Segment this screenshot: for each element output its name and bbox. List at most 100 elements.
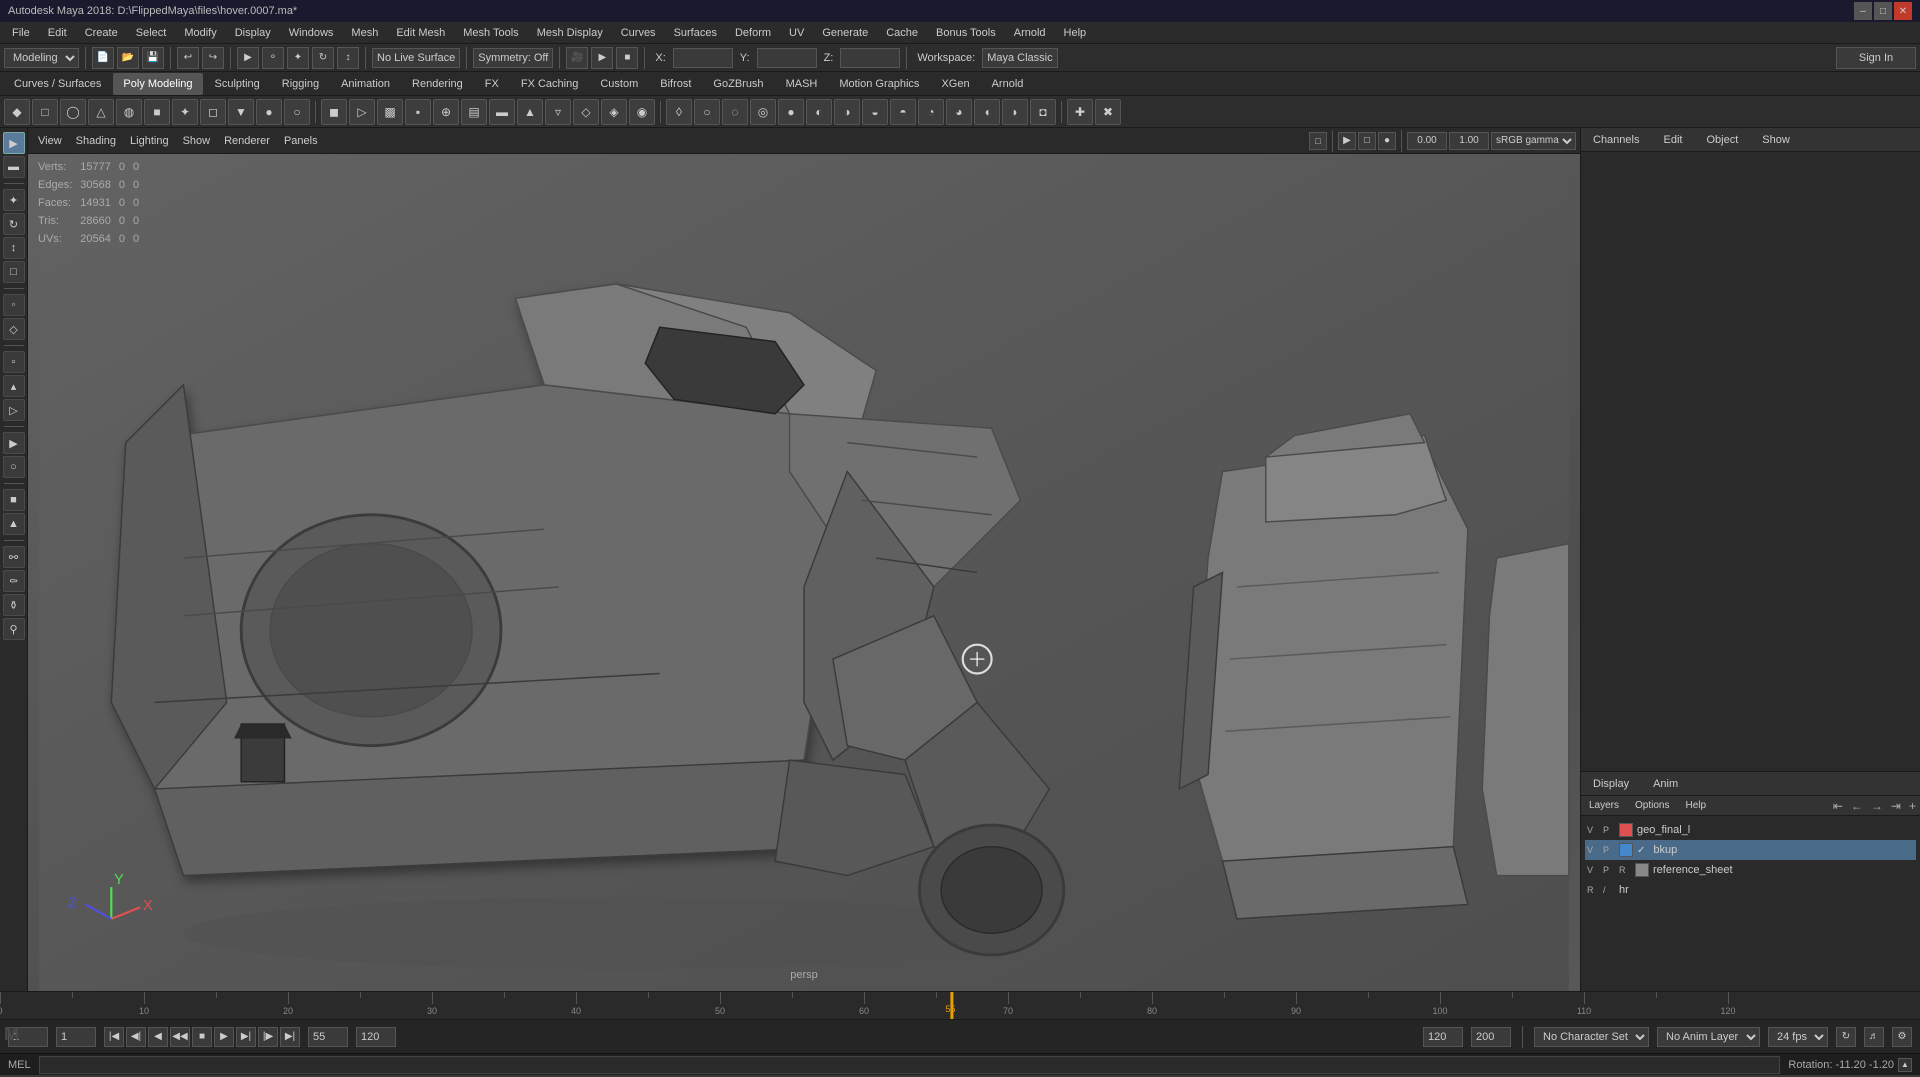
- vp-wireframe-btn[interactable]: □: [1358, 132, 1376, 150]
- layer-row-bkup[interactable]: V P ✓ bkup: [1585, 840, 1916, 860]
- help-subtab[interactable]: Help: [1681, 800, 1710, 811]
- tab-sculpting[interactable]: Sculpting: [205, 73, 270, 95]
- tab-animation[interactable]: Animation: [331, 73, 400, 95]
- shelf-btn-4[interactable]: △: [88, 99, 114, 125]
- x-field[interactable]: [673, 48, 733, 68]
- shelf-btn-31[interactable]: ◒: [862, 99, 888, 125]
- step-forward-button[interactable]: |▶: [258, 1027, 278, 1047]
- scale-tool-button[interactable]: ↕: [337, 47, 359, 69]
- ipr-button[interactable]: ■: [616, 47, 638, 69]
- layers-add-button[interactable]: +: [1909, 799, 1916, 813]
- shelf-btn-20[interactable]: ▿: [545, 99, 571, 125]
- vp-menu-panels[interactable]: Panels: [278, 133, 324, 149]
- vp-gamma-select[interactable]: sRGB gamma: [1491, 132, 1576, 150]
- snap-point-button[interactable]: ▷: [3, 399, 25, 421]
- menu-deform[interactable]: Deform: [727, 23, 779, 43]
- shelf-btn-38[interactable]: ✚: [1067, 99, 1093, 125]
- tab-fx-caching[interactable]: FX Caching: [511, 73, 588, 95]
- shelf-btn-36[interactable]: ◗: [1002, 99, 1028, 125]
- camera-button[interactable]: 🎥: [566, 47, 588, 69]
- menu-bonus-tools[interactable]: Bonus Tools: [928, 23, 1004, 43]
- anim-tab[interactable]: Anim: [1649, 776, 1682, 792]
- shelf-btn-18[interactable]: ▬: [489, 99, 515, 125]
- undo-button[interactable]: ↩: [177, 47, 199, 69]
- display-tab[interactable]: Display: [1589, 776, 1633, 792]
- channels-tab[interactable]: Channels: [1589, 132, 1643, 148]
- shelf-btn-10[interactable]: ●: [256, 99, 282, 125]
- anim-layer-dropdown[interactable]: No Anim Layer: [1657, 1027, 1760, 1047]
- shelf-btn-29[interactable]: ◐: [806, 99, 832, 125]
- rotate-tool-button[interactable]: ↻: [312, 47, 334, 69]
- play-forward-button[interactable]: ▶: [214, 1027, 234, 1047]
- frame-current-field[interactable]: 1: [56, 1027, 96, 1047]
- misc-button-4[interactable]: ⚲: [3, 618, 25, 640]
- range-end-field[interactable]: 120: [356, 1027, 396, 1047]
- menu-edit[interactable]: Edit: [40, 23, 75, 43]
- tab-gozbrush[interactable]: GoZBrush: [703, 73, 773, 95]
- snap-curve-button[interactable]: ▴: [3, 375, 25, 397]
- settings-button[interactable]: ⚙: [1892, 1027, 1912, 1047]
- current-frame-display[interactable]: 55: [308, 1027, 348, 1047]
- shelf-btn-30[interactable]: ◑: [834, 99, 860, 125]
- stop-button[interactable]: ■: [192, 1027, 212, 1047]
- layers-nav-next[interactable]: →: [1871, 799, 1883, 813]
- rotate-button[interactable]: ↻: [3, 213, 25, 235]
- shelf-btn-1[interactable]: ◆: [4, 99, 30, 125]
- next-frame-button[interactable]: ▶|: [236, 1027, 256, 1047]
- menu-generate[interactable]: Generate: [814, 23, 876, 43]
- live-surface-label[interactable]: No Live Surface: [372, 48, 460, 68]
- close-button[interactable]: ✕: [1894, 2, 1912, 20]
- shelf-btn-3[interactable]: ◯: [60, 99, 86, 125]
- misc-button-3[interactable]: ⚱: [3, 594, 25, 616]
- tab-curves-surfaces[interactable]: Curves / Surfaces: [4, 73, 111, 95]
- component-button[interactable]: ○: [3, 456, 25, 478]
- save-scene-button[interactable]: 💾: [142, 47, 164, 69]
- shelf-btn-39[interactable]: ✖: [1095, 99, 1121, 125]
- misc-button-1[interactable]: ⚯: [3, 546, 25, 568]
- move-tool-button[interactable]: ✦: [287, 47, 309, 69]
- menu-mesh-display[interactable]: Mesh Display: [529, 23, 611, 43]
- mode-dropdown[interactable]: Modeling: [4, 48, 79, 68]
- vp-select-btn[interactable]: ▶: [1338, 132, 1356, 150]
- play-back-button[interactable]: ◀◀: [170, 1027, 190, 1047]
- symmetry-label[interactable]: Symmetry: Off: [473, 48, 553, 68]
- scale-button[interactable]: ↕: [3, 237, 25, 259]
- vp-menu-view[interactable]: View: [32, 133, 68, 149]
- workspace-value[interactable]: Maya Classic: [982, 48, 1057, 68]
- shelf-btn-9[interactable]: ▼: [228, 99, 254, 125]
- vp-smooth-btn[interactable]: ●: [1378, 132, 1396, 150]
- paint-select-button[interactable]: ▬: [3, 156, 25, 178]
- shelf-btn-12[interactable]: ◼: [321, 99, 347, 125]
- anim-end-field[interactable]: 120: [1423, 1027, 1463, 1047]
- open-scene-button[interactable]: 📂: [117, 47, 139, 69]
- render-button[interactable]: ▶: [591, 47, 613, 69]
- soft-select-button[interactable]: ◦: [3, 294, 25, 316]
- tab-motion-graphics[interactable]: Motion Graphics: [829, 73, 929, 95]
- vp-menu-lighting[interactable]: Lighting: [124, 133, 175, 149]
- history-button[interactable]: ▶: [3, 432, 25, 454]
- shelf-btn-19[interactable]: ▲: [517, 99, 543, 125]
- shelf-btn-37[interactable]: ◘: [1030, 99, 1056, 125]
- edit-tab[interactable]: Edit: [1659, 132, 1686, 148]
- shelf-btn-14[interactable]: ▩: [377, 99, 403, 125]
- go-to-start-button[interactable]: |◀: [104, 1027, 124, 1047]
- menu-create[interactable]: Create: [77, 23, 126, 43]
- tweak-button[interactable]: ◇: [3, 318, 25, 340]
- snap-grid-button[interactable]: ▫: [3, 351, 25, 373]
- shelf-btn-15[interactable]: ▪: [405, 99, 431, 125]
- layers-subtab[interactable]: Layers: [1585, 800, 1623, 811]
- tab-rendering[interactable]: Rendering: [402, 73, 473, 95]
- tab-xgen[interactable]: XGen: [931, 73, 979, 95]
- shelf-btn-27[interactable]: ◎: [750, 99, 776, 125]
- menu-file[interactable]: File: [4, 23, 38, 43]
- shelf-btn-28[interactable]: ●: [778, 99, 804, 125]
- menu-modify[interactable]: Modify: [176, 23, 224, 43]
- z-field[interactable]: [840, 48, 900, 68]
- menu-windows[interactable]: Windows: [281, 23, 342, 43]
- transform-button[interactable]: □: [3, 261, 25, 283]
- shelf-btn-33[interactable]: ◔: [918, 99, 944, 125]
- lasso-tool-button[interactable]: ⚬: [262, 47, 284, 69]
- shelf-btn-26[interactable]: ◌: [722, 99, 748, 125]
- prev-frame-button[interactable]: ◀: [148, 1027, 168, 1047]
- move-button[interactable]: ✦: [3, 189, 25, 211]
